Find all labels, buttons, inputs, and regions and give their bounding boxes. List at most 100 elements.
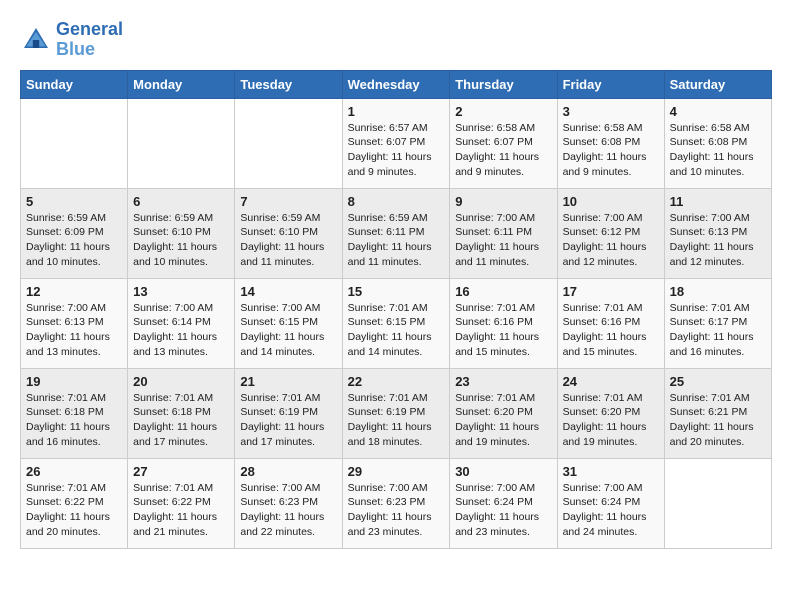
calendar-cell: 25 Sunrise: 7:01 AM Sunset: 6:21 PM Dayli…	[664, 368, 771, 458]
logo-text: General Blue	[56, 20, 123, 60]
calendar-cell	[235, 98, 342, 188]
day-number: 1	[348, 104, 445, 119]
day-number: 5	[26, 194, 122, 209]
day-info: Sunrise: 6:59 AM Sunset: 6:11 PM Dayligh…	[348, 211, 445, 270]
day-number: 4	[670, 104, 766, 119]
calendar-cell: 18 Sunrise: 7:01 AM Sunset: 6:17 PM Dayli…	[664, 278, 771, 368]
calendar-cell: 9 Sunrise: 7:00 AM Sunset: 6:11 PM Daylig…	[450, 188, 557, 278]
calendar-cell: 30 Sunrise: 7:00 AM Sunset: 6:24 PM Dayli…	[450, 458, 557, 548]
calendar-cell: 14 Sunrise: 7:00 AM Sunset: 6:15 PM Dayli…	[235, 278, 342, 368]
calendar-cell: 26 Sunrise: 7:01 AM Sunset: 6:22 PM Dayli…	[21, 458, 128, 548]
weekday-header-saturday: Saturday	[664, 70, 771, 98]
day-info: Sunrise: 7:00 AM Sunset: 6:12 PM Dayligh…	[563, 211, 659, 270]
day-info: Sunrise: 7:00 AM Sunset: 6:13 PM Dayligh…	[26, 301, 122, 360]
calendar-cell: 1Sunrise: 6:57 AM Sunset: 6:07 PM Daylig…	[342, 98, 450, 188]
day-number: 19	[26, 374, 122, 389]
weekday-header-wednesday: Wednesday	[342, 70, 450, 98]
day-info: Sunrise: 7:01 AM Sunset: 6:22 PM Dayligh…	[26, 481, 122, 540]
day-number: 15	[348, 284, 445, 299]
day-info: Sunrise: 7:01 AM Sunset: 6:21 PM Dayligh…	[670, 391, 766, 450]
weekday-header-monday: Monday	[128, 70, 235, 98]
calendar-cell	[664, 458, 771, 548]
calendar-cell: 13 Sunrise: 7:00 AM Sunset: 6:14 PM Dayli…	[128, 278, 235, 368]
calendar-cell: 2 Sunrise: 6:58 AM Sunset: 6:07 PM Daylig…	[450, 98, 557, 188]
day-number: 21	[240, 374, 336, 389]
calendar-cell: 24Sunrise: 7:01 AM Sunset: 6:20 PM Dayli…	[557, 368, 664, 458]
day-number: 14	[240, 284, 336, 299]
calendar-cell: 10 Sunrise: 7:00 AM Sunset: 6:12 PM Dayli…	[557, 188, 664, 278]
calendar-cell: 28Sunrise: 7:00 AM Sunset: 6:23 PM Dayli…	[235, 458, 342, 548]
page-header: General Blue	[20, 20, 772, 60]
day-info: Sunrise: 7:00 AM Sunset: 6:13 PM Dayligh…	[670, 211, 766, 270]
calendar-cell: 20 Sunrise: 7:01 AM Sunset: 6:18 PM Dayli…	[128, 368, 235, 458]
day-info: Sunrise: 7:00 AM Sunset: 6:15 PM Dayligh…	[240, 301, 336, 360]
day-info: Sunrise: 6:58 AM Sunset: 6:08 PM Dayligh…	[563, 121, 659, 180]
logo-icon	[20, 24, 52, 56]
weekday-header-tuesday: Tuesday	[235, 70, 342, 98]
day-info: Sunrise: 6:59 AM Sunset: 6:10 PM Dayligh…	[133, 211, 229, 270]
weekday-header-friday: Friday	[557, 70, 664, 98]
day-number: 8	[348, 194, 445, 209]
day-info: Sunrise: 6:58 AM Sunset: 6:07 PM Dayligh…	[455, 121, 551, 180]
day-number: 12	[26, 284, 122, 299]
day-number: 26	[26, 464, 122, 479]
day-info: Sunrise: 6:59 AM Sunset: 6:10 PM Dayligh…	[240, 211, 336, 270]
day-info: Sunrise: 7:00 AM Sunset: 6:11 PM Dayligh…	[455, 211, 551, 270]
day-info: Sunrise: 7:01 AM Sunset: 6:19 PM Dayligh…	[240, 391, 336, 450]
calendar-cell: 31Sunrise: 7:00 AM Sunset: 6:24 PM Dayli…	[557, 458, 664, 548]
calendar-cell: 3 Sunrise: 6:58 AM Sunset: 6:08 PM Daylig…	[557, 98, 664, 188]
day-info: Sunrise: 7:01 AM Sunset: 6:16 PM Dayligh…	[563, 301, 659, 360]
day-info: Sunrise: 7:00 AM Sunset: 6:24 PM Dayligh…	[563, 481, 659, 540]
day-number: 24	[563, 374, 659, 389]
day-info: Sunrise: 7:00 AM Sunset: 6:14 PM Dayligh…	[133, 301, 229, 360]
day-number: 11	[670, 194, 766, 209]
calendar-cell: 19 Sunrise: 7:01 AM Sunset: 6:18 PM Dayli…	[21, 368, 128, 458]
calendar-cell	[21, 98, 128, 188]
calendar-cell: 4 Sunrise: 6:58 AM Sunset: 6:08 PM Daylig…	[664, 98, 771, 188]
day-number: 17	[563, 284, 659, 299]
calendar-cell: 11 Sunrise: 7:00 AM Sunset: 6:13 PM Dayli…	[664, 188, 771, 278]
day-info: Sunrise: 7:01 AM Sunset: 6:20 PM Dayligh…	[455, 391, 551, 450]
calendar-cell: 15 Sunrise: 7:01 AM Sunset: 6:15 PM Dayli…	[342, 278, 450, 368]
calendar-cell: 8 Sunrise: 6:59 AM Sunset: 6:11 PM Daylig…	[342, 188, 450, 278]
day-number: 13	[133, 284, 229, 299]
day-number: 7	[240, 194, 336, 209]
day-number: 30	[455, 464, 551, 479]
calendar-cell: 7 Sunrise: 6:59 AM Sunset: 6:10 PM Daylig…	[235, 188, 342, 278]
calendar-cell: 16 Sunrise: 7:01 AM Sunset: 6:16 PM Dayli…	[450, 278, 557, 368]
day-number: 22	[348, 374, 445, 389]
day-info: Sunrise: 7:00 AM Sunset: 6:23 PM Dayligh…	[240, 481, 336, 540]
day-number: 9	[455, 194, 551, 209]
calendar-cell	[128, 98, 235, 188]
day-info: Sunrise: 7:01 AM Sunset: 6:18 PM Dayligh…	[26, 391, 122, 450]
calendar-cell: 17 Sunrise: 7:01 AM Sunset: 6:16 PM Dayli…	[557, 278, 664, 368]
day-info: Sunrise: 7:00 AM Sunset: 6:24 PM Dayligh…	[455, 481, 551, 540]
day-info: Sunrise: 7:01 AM Sunset: 6:17 PM Dayligh…	[670, 301, 766, 360]
day-number: 3	[563, 104, 659, 119]
day-info: Sunrise: 6:59 AM Sunset: 6:09 PM Dayligh…	[26, 211, 122, 270]
day-info: Sunrise: 7:01 AM Sunset: 6:18 PM Dayligh…	[133, 391, 229, 450]
day-info: Sunrise: 7:01 AM Sunset: 6:15 PM Dayligh…	[348, 301, 445, 360]
calendar-cell: 27 Sunrise: 7:01 AM Sunset: 6:22 PM Dayli…	[128, 458, 235, 548]
day-number: 18	[670, 284, 766, 299]
day-number: 16	[455, 284, 551, 299]
day-info: Sunrise: 7:00 AM Sunset: 6:23 PM Dayligh…	[348, 481, 445, 540]
calendar-cell: 12 Sunrise: 7:00 AM Sunset: 6:13 PM Dayli…	[21, 278, 128, 368]
weekday-header-sunday: Sunday	[21, 70, 128, 98]
day-number: 29	[348, 464, 445, 479]
day-number: 25	[670, 374, 766, 389]
day-info: Sunrise: 6:58 AM Sunset: 6:08 PM Dayligh…	[670, 121, 766, 180]
calendar: SundayMondayTuesdayWednesdayThursdayFrid…	[20, 70, 772, 549]
day-info: Sunrise: 7:01 AM Sunset: 6:22 PM Dayligh…	[133, 481, 229, 540]
day-number: 6	[133, 194, 229, 209]
day-info: Sunrise: 7:01 AM Sunset: 6:16 PM Dayligh…	[455, 301, 551, 360]
calendar-cell: 29 Sunrise: 7:00 AM Sunset: 6:23 PM Dayli…	[342, 458, 450, 548]
day-number: 20	[133, 374, 229, 389]
day-number: 2	[455, 104, 551, 119]
calendar-cell: 6 Sunrise: 6:59 AM Sunset: 6:10 PM Daylig…	[128, 188, 235, 278]
day-number: 10	[563, 194, 659, 209]
calendar-cell: 23 Sunrise: 7:01 AM Sunset: 6:20 PM Dayli…	[450, 368, 557, 458]
calendar-cell: 22Sunrise: 7:01 AM Sunset: 6:19 PM Dayli…	[342, 368, 450, 458]
day-number: 23	[455, 374, 551, 389]
day-number: 27	[133, 464, 229, 479]
